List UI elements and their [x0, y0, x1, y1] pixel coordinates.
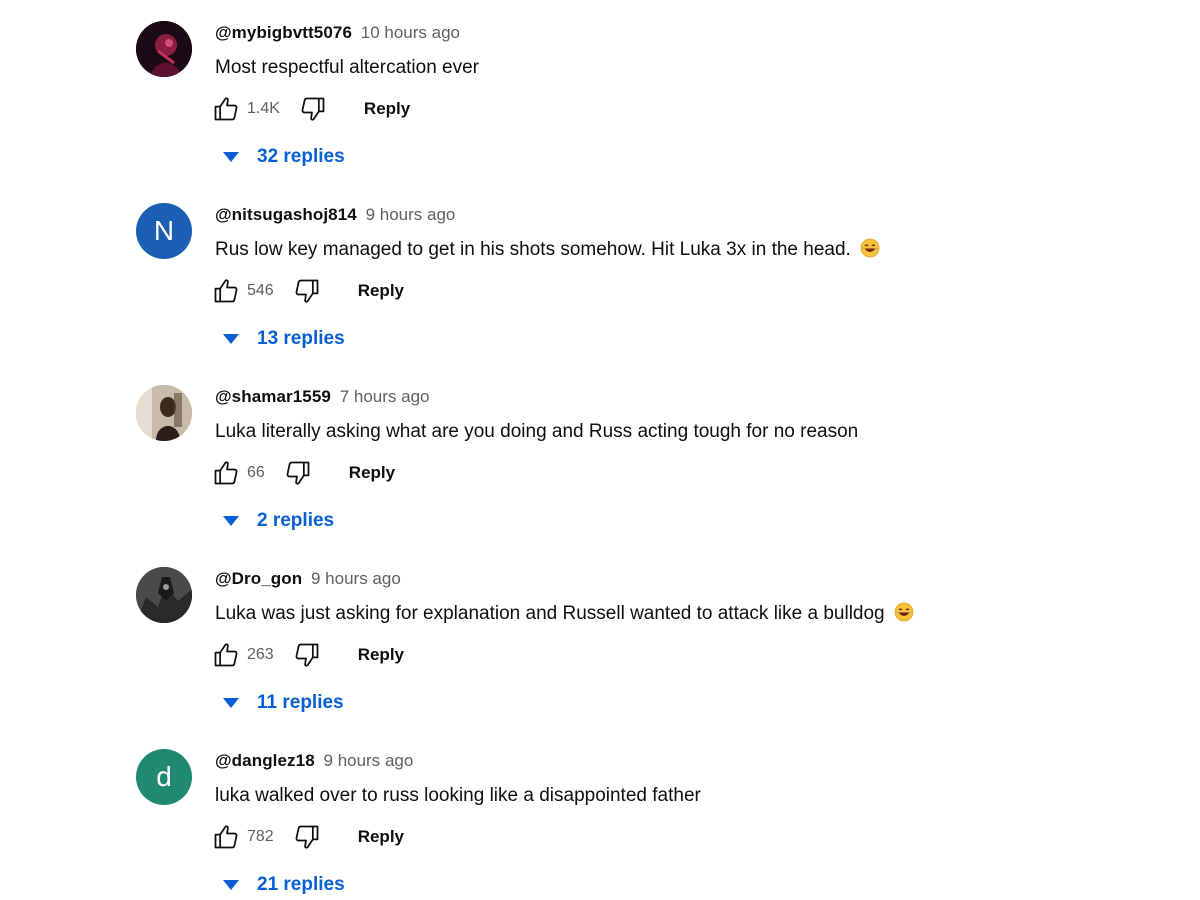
caret-down-icon: [223, 152, 239, 162]
reply-button[interactable]: Reply: [358, 645, 404, 665]
dislike-button[interactable]: [292, 822, 322, 852]
avatar[interactable]: d: [136, 749, 192, 805]
view-replies-button[interactable]: 13 replies: [222, 324, 345, 354]
comment-thread: @Dro_gon 9 hours ago Luka was just askin…: [0, 546, 1200, 728]
like-count: 546: [247, 282, 274, 299]
like-button[interactable]: [211, 458, 241, 488]
thumb-up-icon: [214, 825, 238, 849]
view-replies-button[interactable]: 32 replies: [222, 142, 345, 172]
dislike-button[interactable]: [283, 458, 313, 488]
like-button[interactable]: [211, 822, 241, 852]
view-replies-button[interactable]: 2 replies: [222, 506, 334, 536]
comment-thread: @mybigbvtt5076 10 hours ago Most respect…: [0, 0, 1200, 182]
avatar-photo-icon: [136, 567, 192, 623]
comment-text: Luka literally asking what are you doing…: [215, 419, 858, 445]
like-count: 263: [247, 646, 274, 663]
comment-text: Rus low key managed to get in his shots …: [215, 237, 880, 263]
author-name[interactable]: @Dro_gon: [215, 569, 302, 588]
reply-button[interactable]: Reply: [349, 463, 395, 483]
thumb-up-icon: [214, 461, 238, 485]
like-button[interactable]: [211, 640, 241, 670]
avatar[interactable]: [136, 385, 192, 441]
comment-thread: d @danglez18 9 hours ago luka walked ove…: [0, 728, 1200, 900]
comment-header: @nitsugashoj814 9 hours ago: [215, 204, 455, 226]
dislike-button[interactable]: [292, 640, 322, 670]
thumb-up-icon: [214, 279, 238, 303]
caret-down-icon: [223, 698, 239, 708]
like-button[interactable]: [211, 276, 241, 306]
comment-header: @danglez18 9 hours ago: [215, 750, 413, 772]
like-count: 782: [247, 828, 274, 845]
comment-actions: 1.4K Reply: [211, 93, 410, 125]
comment-thread: N @nitsugashoj814 9 hours ago Rus low ke…: [0, 182, 1200, 364]
caret-down-icon: [223, 880, 239, 890]
comment-timestamp[interactable]: 9 hours ago: [324, 751, 414, 770]
avatar[interactable]: N: [136, 203, 192, 259]
thumb-down-icon: [295, 643, 319, 667]
comment-body: luka walked over to russ looking like a …: [215, 785, 701, 806]
replies-count: 21 replies: [257, 874, 345, 895]
avatar-photo-icon: [136, 21, 192, 77]
comment-header: @mybigbvtt5076 10 hours ago: [215, 22, 460, 44]
caret-down-icon: [223, 334, 239, 344]
replies-count: 32 replies: [257, 146, 345, 167]
comment-text: luka walked over to russ looking like a …: [215, 783, 701, 809]
thumb-up-icon: [214, 97, 238, 121]
avatar[interactable]: [136, 567, 192, 623]
comments-section: @mybigbvtt5076 10 hours ago Most respect…: [0, 0, 1200, 900]
replies-count: 13 replies: [257, 328, 345, 349]
comment-header: @shamar1559 7 hours ago: [215, 386, 430, 408]
comment-timestamp[interactable]: 7 hours ago: [340, 387, 430, 406]
thumb-down-icon: [286, 461, 310, 485]
author-name[interactable]: @nitsugashoj814: [215, 205, 357, 224]
reply-button[interactable]: Reply: [358, 827, 404, 847]
dislike-button[interactable]: [298, 94, 328, 124]
thumb-down-icon: [301, 97, 325, 121]
avatar-photo-icon: [136, 385, 192, 441]
comment-body: Most respectful altercation ever: [215, 57, 480, 78]
comment-actions: 263 Reply: [211, 639, 404, 671]
comment-actions: 66 Reply: [211, 457, 395, 489]
reply-button[interactable]: Reply: [364, 99, 410, 119]
view-replies-button[interactable]: 21 replies: [222, 870, 345, 900]
like-button[interactable]: [211, 94, 241, 124]
author-name[interactable]: @mybigbvtt5076: [215, 23, 352, 42]
comment-text: Luka was just asking for explanation and…: [215, 601, 914, 627]
laughing-emoji-icon: [894, 602, 914, 622]
laughing-emoji-icon: [860, 238, 880, 258]
comment-body: Luka was just asking for explanation and…: [215, 603, 885, 624]
view-replies-button[interactable]: 11 replies: [222, 688, 344, 718]
author-name[interactable]: @danglez18: [215, 751, 315, 770]
thumb-down-icon: [295, 825, 319, 849]
avatar-letter: d: [156, 761, 172, 792]
comment-actions: 782 Reply: [211, 821, 404, 853]
comment-body: Rus low key managed to get in his shots …: [215, 239, 851, 260]
like-count: 66: [247, 464, 265, 481]
comment-thread: @shamar1559 7 hours ago Luka literally a…: [0, 364, 1200, 546]
comment-actions: 546 Reply: [211, 275, 404, 307]
dislike-button[interactable]: [292, 276, 322, 306]
author-name[interactable]: @shamar1559: [215, 387, 331, 406]
comment-timestamp[interactable]: 10 hours ago: [361, 23, 460, 42]
thumb-down-icon: [295, 279, 319, 303]
replies-count: 11 replies: [257, 692, 344, 713]
comment-header: @Dro_gon 9 hours ago: [215, 568, 401, 590]
replies-count: 2 replies: [257, 510, 335, 531]
comment-text: Most respectful altercation ever: [215, 55, 479, 81]
thumb-up-icon: [214, 643, 238, 667]
comment-timestamp[interactable]: 9 hours ago: [311, 569, 401, 588]
caret-down-icon: [223, 516, 239, 526]
reply-button[interactable]: Reply: [358, 281, 404, 301]
avatar[interactable]: [136, 21, 192, 77]
like-count: 1.4K: [247, 100, 280, 117]
comment-body: Luka literally asking what are you doing…: [215, 421, 859, 442]
comment-timestamp[interactable]: 9 hours ago: [366, 205, 456, 224]
avatar-letter: N: [153, 215, 175, 246]
